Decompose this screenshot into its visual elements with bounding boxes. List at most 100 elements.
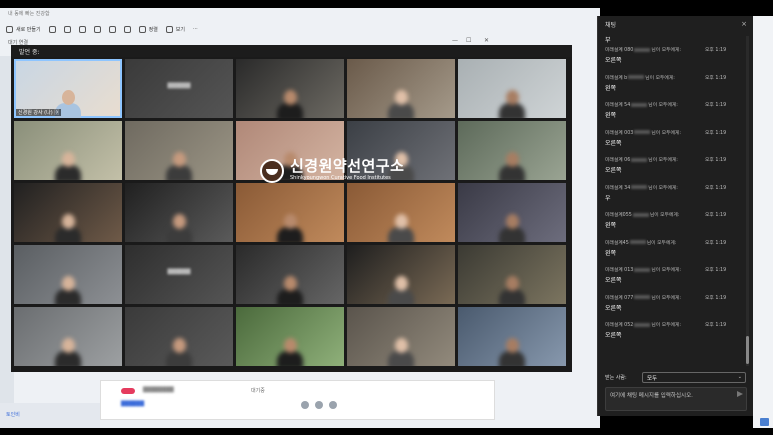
- new-button[interactable]: 새로 만들기: [6, 25, 41, 33]
- share-button[interactable]: [108, 25, 116, 33]
- video-tile[interactable]: [347, 245, 455, 304]
- bowl-logo-icon: [260, 159, 284, 183]
- video-tile[interactable]: [458, 245, 566, 304]
- chat-recipient: 님이 모두에게:: [651, 48, 681, 53]
- participant-video: [276, 274, 304, 304]
- video-tile[interactable]: [347, 59, 455, 118]
- video-tile[interactable]: [14, 183, 122, 242]
- circle-icon[interactable]: [315, 401, 323, 409]
- video-tile[interactable]: [14, 245, 122, 304]
- chat-time: 오후 1:19: [705, 213, 727, 218]
- circle-icon[interactable]: [301, 401, 309, 409]
- video-tile[interactable]: [236, 307, 344, 366]
- video-tile[interactable]: [125, 121, 233, 180]
- chat-message: 미래설계 b 님이 모두에게: 오후 1:19 왼쪽: [605, 74, 743, 102]
- participant-body: [388, 289, 414, 304]
- chat-message: 미래설계 003 님이 모두에게: 오후 1:19 오른쪽: [605, 129, 743, 157]
- participant-video: [276, 88, 304, 118]
- chat-panel: 채팅 × 부 미래설계 080 님이 모두에게: 오후 1:19 오른쪽 미래설계 b…: [597, 16, 753, 416]
- participant-video: [54, 212, 82, 242]
- cut-icon: [48, 25, 56, 33]
- chat-message-text: 왼쪽: [605, 222, 617, 229]
- chat-time: 오후 1:19: [705, 130, 727, 136]
- rename-button[interactable]: [93, 25, 101, 33]
- video-tile[interactable]: [236, 183, 344, 242]
- view-label: 보기: [175, 26, 185, 33]
- recipient-select[interactable]: 모두 ⌄: [642, 372, 746, 383]
- view-button[interactable]: 보기: [165, 25, 185, 33]
- chat-message-text: 왼쪽: [605, 84, 617, 92]
- chat-message: 미래설계 54 님이 모두에게: 오후 1:19 왼쪽: [605, 101, 743, 129]
- chat-scrollbar[interactable]: [746, 36, 749, 366]
- close-icon[interactable]: ✕: [484, 37, 489, 44]
- redacted-name: ██████: [167, 83, 191, 89]
- video-tile[interactable]: [347, 183, 455, 242]
- video-tile[interactable]: [458, 59, 566, 118]
- chevron-down-icon: ⌄: [737, 374, 742, 380]
- participant-video: [165, 336, 193, 366]
- left-strip-label: 토인비: [6, 412, 20, 418]
- video-tile[interactable]: [125, 183, 233, 242]
- chat-message: 미래설계055 님이 모두에게: 오후 1:19 왼쪽: [605, 211, 743, 239]
- new-label: 새로 만들기: [16, 26, 41, 33]
- video-tile[interactable]: ██████: [125, 245, 233, 304]
- background-window-title: 내 동에 빠는 진강합: [8, 11, 50, 17]
- participant-head: [62, 214, 75, 229]
- recipient-label: 받는 사람:: [605, 375, 627, 381]
- participant-body: [499, 351, 525, 366]
- chat-scroll-thumb[interactable]: [746, 336, 749, 364]
- video-tile[interactable]: 신경원 강사 (나) 🄳: [14, 59, 122, 118]
- chat-message-text: 오른쪽: [605, 139, 622, 147]
- meeting-window: 발언 중: 신경원 강사 (나) 🄳 ██████ ██████: [11, 45, 572, 372]
- chat-messages[interactable]: 미래설계 080 님이 모두에게: 오후 1:19 오른쪽 미래설계 b 님이 모두에게…: [605, 46, 743, 378]
- participant-video: [54, 336, 82, 366]
- video-tile[interactable]: [14, 121, 122, 180]
- participant-video: [498, 150, 526, 180]
- participant-body: [277, 289, 303, 304]
- participant-video: [498, 212, 526, 242]
- paste-button[interactable]: [78, 25, 86, 33]
- sort-button[interactable]: 정렬: [138, 25, 158, 33]
- chat-time: 오후 1:19: [705, 240, 727, 246]
- video-tile[interactable]: [458, 307, 566, 366]
- participant-head: [506, 90, 519, 105]
- video-tile[interactable]: [14, 307, 122, 366]
- participant-head: [506, 338, 519, 353]
- cut-button[interactable]: [48, 25, 56, 33]
- video-tile[interactable]: ██████: [125, 59, 233, 118]
- video-tile[interactable]: [458, 121, 566, 180]
- video-tile[interactable]: [236, 59, 344, 118]
- more-button[interactable]: ···: [193, 26, 198, 32]
- redacted-name: ██████: [167, 269, 191, 275]
- chat-message-text: 오른쪽: [605, 332, 622, 339]
- participant-video: [165, 150, 193, 180]
- chat-sender: 미래설계055: [605, 213, 632, 218]
- chat-input[interactable]: 여기에 채팅 메시지를 입력하십시오.: [605, 387, 747, 411]
- chat-message-text: 부: [605, 37, 611, 44]
- app-icon[interactable]: [760, 418, 769, 426]
- chat-recipient: 님이 모두에게:: [651, 323, 681, 328]
- meeting-titlebar: 발언 중:: [11, 45, 572, 57]
- video-tile[interactable]: [236, 245, 344, 304]
- maximize-icon[interactable]: ☐: [466, 37, 471, 44]
- chat-input-placeholder: 여기에 채팅 메시지를 입력하십시오.: [610, 393, 693, 399]
- close-icon[interactable]: ×: [741, 20, 747, 28]
- video-tile[interactable]: [125, 307, 233, 366]
- institute-logo: 신경원약선연구소 Shinkyoungwon Curative Food Ins…: [230, 147, 440, 191]
- video-tile[interactable]: [458, 183, 566, 242]
- chat-recipient: 님이 모두에게:: [648, 185, 678, 191]
- participant-head: [506, 214, 519, 229]
- send-icon[interactable]: [737, 391, 743, 397]
- delete-button[interactable]: [123, 25, 131, 33]
- chat-sender: 미래설계 080: [605, 48, 634, 53]
- participant-body: [499, 165, 525, 180]
- blurred-text: ████████: [143, 387, 174, 393]
- copy-button[interactable]: [63, 25, 71, 33]
- chat-sender: 미래설계 06: [605, 158, 631, 163]
- background-right-edge: [753, 16, 773, 428]
- participant-head: [284, 276, 297, 291]
- circle-icon[interactable]: [329, 401, 337, 409]
- video-tile[interactable]: [347, 307, 455, 366]
- desktop: { "background_app": { "title": "내 동에 빠는 …: [0, 0, 773, 435]
- minimize-icon[interactable]: —: [452, 37, 458, 44]
